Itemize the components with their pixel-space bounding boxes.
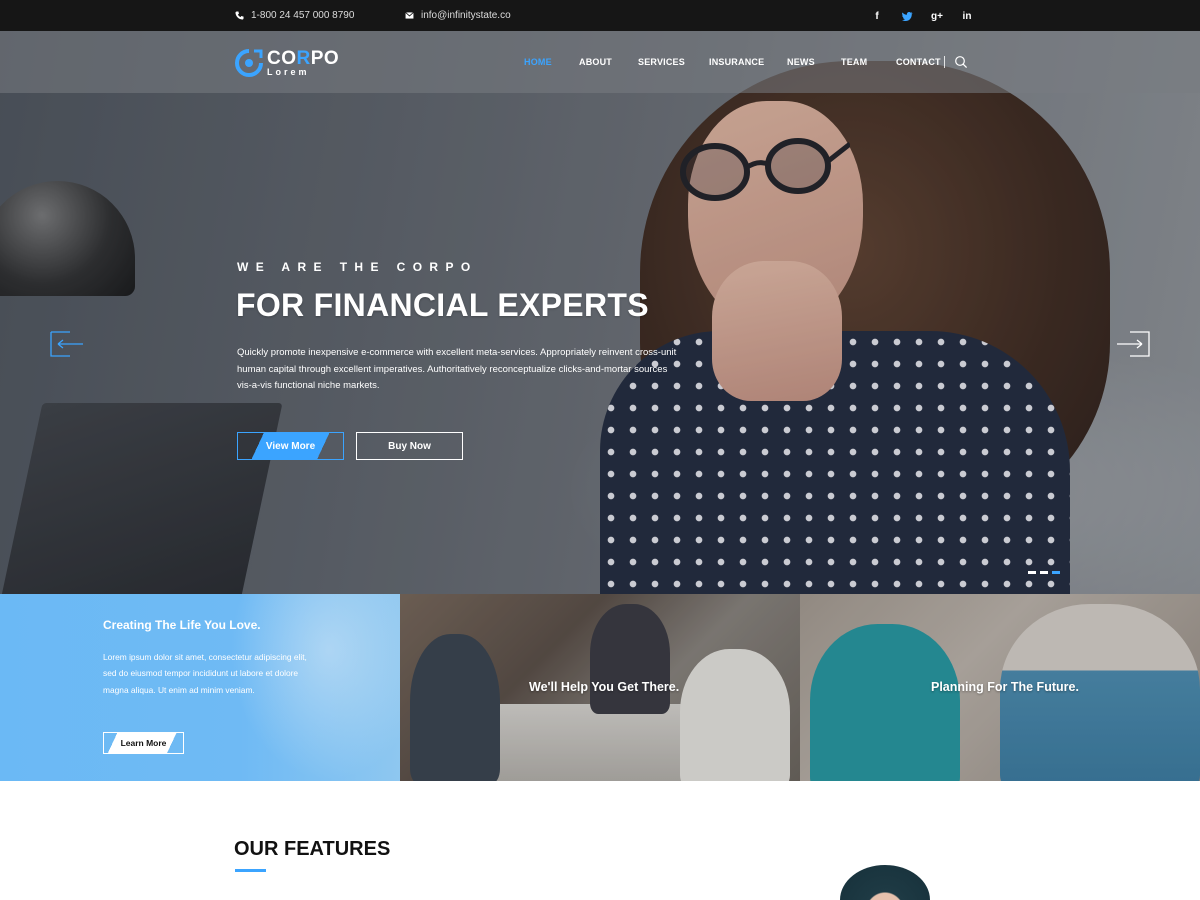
nav-contact[interactable]: CONTACT xyxy=(896,57,941,67)
heading-underline xyxy=(235,869,266,872)
features-heading: OUR FEATURES xyxy=(234,838,391,860)
email-address: info@infinitystate.co xyxy=(421,10,511,21)
panel-caption: We'll Help You Get There. xyxy=(529,680,680,694)
facebook-icon[interactable]: f xyxy=(862,8,892,24)
google-plus-icon[interactable]: g+ xyxy=(922,8,952,24)
social-links: f g+ in xyxy=(862,8,982,24)
panel-caption: Planning For The Future. xyxy=(931,680,1079,694)
nav-news[interactable]: NEWS xyxy=(787,57,815,67)
nav-insurance[interactable]: INSURANCE xyxy=(709,57,764,67)
slider-dot-3[interactable] xyxy=(1052,571,1060,574)
hero-eyebrow: WE ARE THE CORPO xyxy=(237,260,478,274)
nav-services[interactable]: SERVICES xyxy=(638,57,685,67)
logo-mark-icon xyxy=(235,49,263,77)
top-contact-bar: 1-800 24 457 000 8790 info@infinitystate… xyxy=(0,0,1200,31)
site-logo[interactable]: CORPO Lorem xyxy=(234,48,339,78)
nav-divider xyxy=(944,56,945,68)
slider-next-arrow-icon[interactable] xyxy=(1116,331,1150,357)
phone-icon xyxy=(235,11,244,20)
slider-prev-arrow-icon[interactable] xyxy=(50,331,84,357)
hero-headline: FOR FINANCIAL EXPERTS xyxy=(236,287,649,323)
slider-pagination xyxy=(1028,571,1060,574)
promo-panel-help[interactable]: We'll Help You Get There. xyxy=(400,594,800,781)
view-more-button[interactable]: View More xyxy=(237,432,344,460)
phone-number: 1-800 24 457 000 8790 xyxy=(251,10,355,21)
panel-title: Creating The Life You Love. xyxy=(103,618,261,632)
envelope-icon xyxy=(405,12,414,19)
slider-dot-1[interactable] xyxy=(1028,571,1036,574)
logo-name-highlight: R xyxy=(296,47,311,69)
hero-description: Quickly promote inexpensive e-commerce w… xyxy=(237,347,677,391)
twitter-icon[interactable] xyxy=(892,8,922,24)
linkedin-icon[interactable]: in xyxy=(952,8,982,24)
nav-about[interactable]: ABOUT xyxy=(579,57,612,67)
buy-now-button[interactable]: Buy Now xyxy=(356,432,463,460)
nav-home[interactable]: HOME xyxy=(524,57,552,67)
promo-panel-future[interactable]: Planning For The Future. xyxy=(800,594,1200,781)
promo-panel-life: Creating The Life You Love. Lorem ipsum … xyxy=(0,594,400,781)
learn-more-button[interactable]: Learn More xyxy=(103,732,184,754)
email-contact[interactable]: info@infinitystate.co xyxy=(405,10,511,21)
logo-name-prefix: CO xyxy=(267,47,297,69)
logo-text: CORPO Lorem xyxy=(267,47,340,77)
search-icon[interactable] xyxy=(954,55,968,69)
logo-name-suffix: PO xyxy=(310,47,340,69)
slider-dot-2[interactable] xyxy=(1040,571,1048,574)
phone-contact[interactable]: 1-800 24 457 000 8790 xyxy=(235,10,354,21)
nav-team[interactable]: TEAM xyxy=(841,57,867,67)
feature-person-image xyxy=(840,865,930,900)
panel-text: Lorem ipsum dolor sit amet, consectetur … xyxy=(103,652,307,695)
